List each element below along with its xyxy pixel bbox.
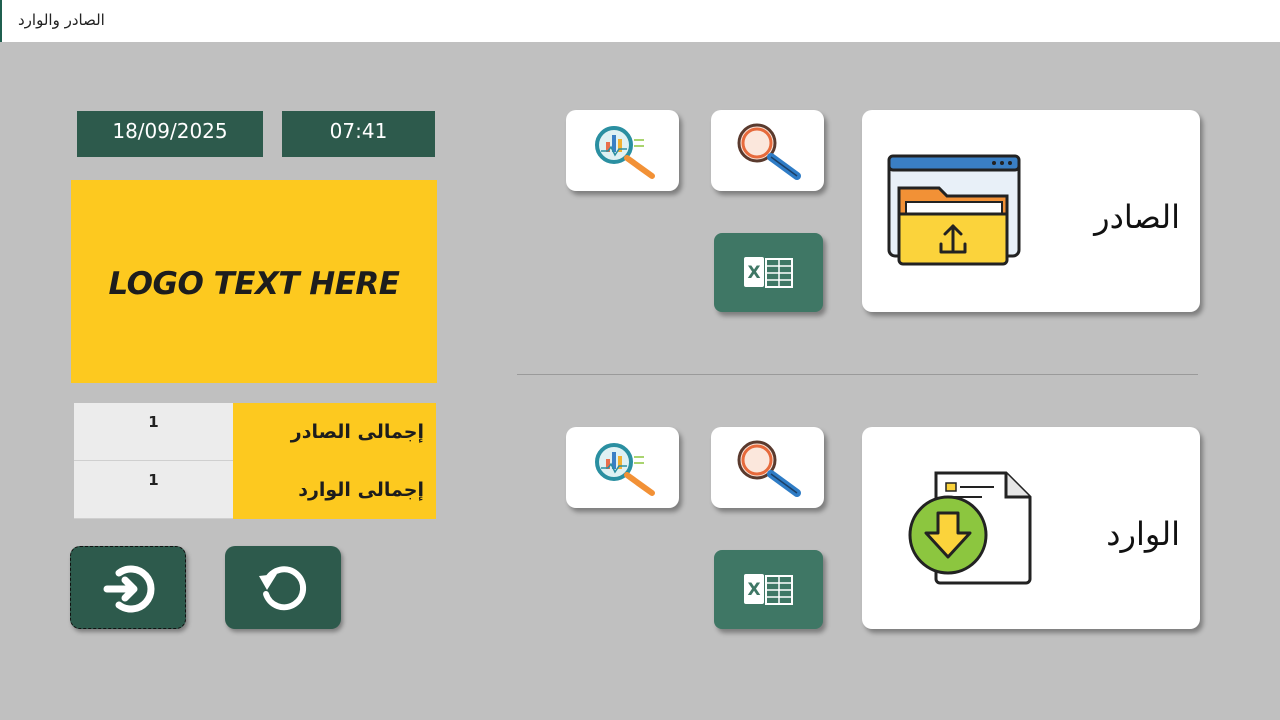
date-display: 18/09/2025 — [77, 111, 263, 157]
title-bar-edge — [0, 0, 2, 42]
outgoing-analytics-button[interactable] — [566, 110, 679, 191]
incoming-analytics-button[interactable] — [566, 427, 679, 508]
total-incoming-value: 1 — [74, 461, 233, 519]
folder-upload-icon — [887, 154, 1021, 266]
outgoing-excel-button[interactable]: X — [714, 233, 823, 312]
refresh-button[interactable] — [225, 546, 341, 629]
total-incoming-row: 1 إجمالى الوارد — [74, 461, 436, 519]
total-outgoing-value: 1 — [74, 403, 233, 461]
title-bar: الصادر والوارد — [0, 0, 1280, 42]
exit-icon — [103, 565, 155, 613]
analytics-search-icon — [595, 126, 655, 179]
svg-text:X: X — [747, 263, 760, 283]
logo-placeholder: LOGO TEXT HERE — [71, 180, 437, 383]
analytics-search-icon — [595, 443, 655, 496]
totals-table: 1 إجمالى الصادر 1 إجمالى الوارد — [74, 403, 436, 519]
magnifier-icon — [737, 440, 801, 497]
outgoing-card[interactable]: الصادر — [862, 110, 1200, 312]
exit-button[interactable] — [70, 546, 186, 629]
document-download-icon — [908, 471, 1032, 585]
total-outgoing-label: إجمالى الصادر — [233, 403, 436, 461]
excel-icon: X — [744, 257, 793, 288]
svg-text:X: X — [747, 580, 760, 600]
window-title: الصادر والوارد — [18, 11, 105, 29]
incoming-label: الوارد — [1106, 515, 1180, 553]
magnifier-icon — [737, 123, 801, 180]
incoming-search-button[interactable] — [711, 427, 824, 508]
logo-text: LOGO TEXT HERE — [108, 266, 400, 302]
total-outgoing-row: 1 إجمالى الصادر — [74, 403, 436, 461]
outgoing-label: الصادر — [1094, 198, 1180, 236]
time-display: 07:41 — [282, 111, 435, 157]
section-divider — [517, 374, 1198, 375]
incoming-excel-button[interactable]: X — [714, 550, 823, 629]
incoming-card[interactable]: الوارد — [862, 427, 1200, 629]
refresh-icon — [259, 566, 307, 611]
total-incoming-label: إجمالى الوارد — [233, 461, 436, 519]
excel-icon: X — [744, 574, 793, 605]
outgoing-search-button[interactable] — [711, 110, 824, 191]
